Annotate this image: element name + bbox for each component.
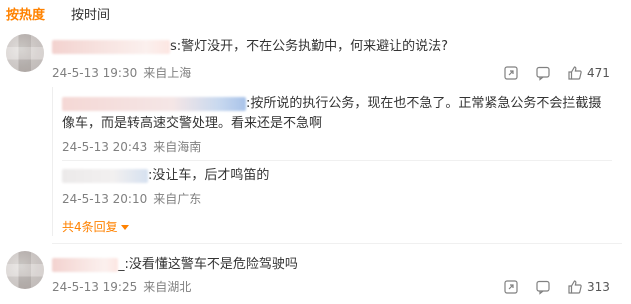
reply-time: 24-5-13 20:10 (62, 192, 148, 206)
username-suffix: s: (170, 39, 182, 54)
divider (52, 243, 622, 244)
reply-content: :按所说的执行公务，现在也不急了。正常紧急公务不会拦截摄像车，而是转高速交警处理… (62, 94, 614, 134)
comment-actions: 471 (503, 65, 610, 81)
like-icon (567, 65, 583, 81)
username[interactable] (62, 96, 246, 111)
comment-icon[interactable] (535, 65, 551, 81)
avatar[interactable] (6, 251, 44, 289)
sort-tabs: 按热度 按时间 (6, 6, 110, 26)
reply-meta: 24-5-13 20:43 来自海南 (62, 139, 201, 155)
share-icon[interactable] (503, 279, 519, 295)
username[interactable] (52, 257, 118, 272)
reply-location: 来自广东 (153, 192, 202, 206)
tab-by-popularity[interactable]: 按热度 (6, 6, 45, 26)
comment-location: 来自湖北 (143, 280, 192, 294)
comment-location: 来自上海 (143, 66, 192, 80)
reply-content: :没让车，后才鸣笛的 (62, 166, 269, 186)
divider (62, 160, 612, 161)
caret-down-icon (120, 225, 129, 230)
reply-meta: 24-5-13 20:10 来自广东 (62, 191, 201, 207)
comment-text: 没看懂这警车不是危险驾驶吗 (128, 257, 298, 272)
tab-by-time[interactable]: 按时间 (71, 6, 110, 26)
like-icon (567, 279, 583, 295)
like-button[interactable]: 313 (567, 279, 610, 295)
expand-replies-label: 共4条回复 (62, 220, 118, 234)
comment-meta: 24-5-13 19:25 来自湖北 (52, 279, 191, 295)
comment-actions: 313 (503, 279, 610, 295)
like-button[interactable]: 471 (567, 65, 610, 81)
comment-content: s:警灯没开，不在公务执勤中，何来避让的说法? (52, 37, 448, 57)
expand-replies-button[interactable]: 共4条回复 (62, 219, 129, 235)
share-icon[interactable] (503, 65, 519, 81)
comment-time: 24-5-13 19:25 (52, 280, 138, 294)
username[interactable] (62, 168, 148, 183)
comment-content: _:没看懂这警车不是危险驾驶吗 (52, 255, 298, 275)
comment-meta: 24-5-13 19:30 来自上海 (52, 65, 191, 81)
avatar[interactable] (6, 34, 44, 72)
reply-text: 没让车，后才鸣笛的 (152, 168, 270, 183)
like-count: 471 (587, 66, 610, 80)
comment-text: 警灯没开，不在公务执勤中，何来避让的说法? (181, 39, 449, 54)
username[interactable] (52, 39, 170, 54)
like-count: 313 (587, 280, 610, 294)
comment-time: 24-5-13 19:30 (52, 66, 138, 80)
username-suffix: _: (118, 257, 129, 272)
reply-time: 24-5-13 20:43 (62, 140, 148, 154)
reply-location: 来自海南 (153, 140, 202, 154)
comment-icon[interactable] (535, 279, 551, 295)
